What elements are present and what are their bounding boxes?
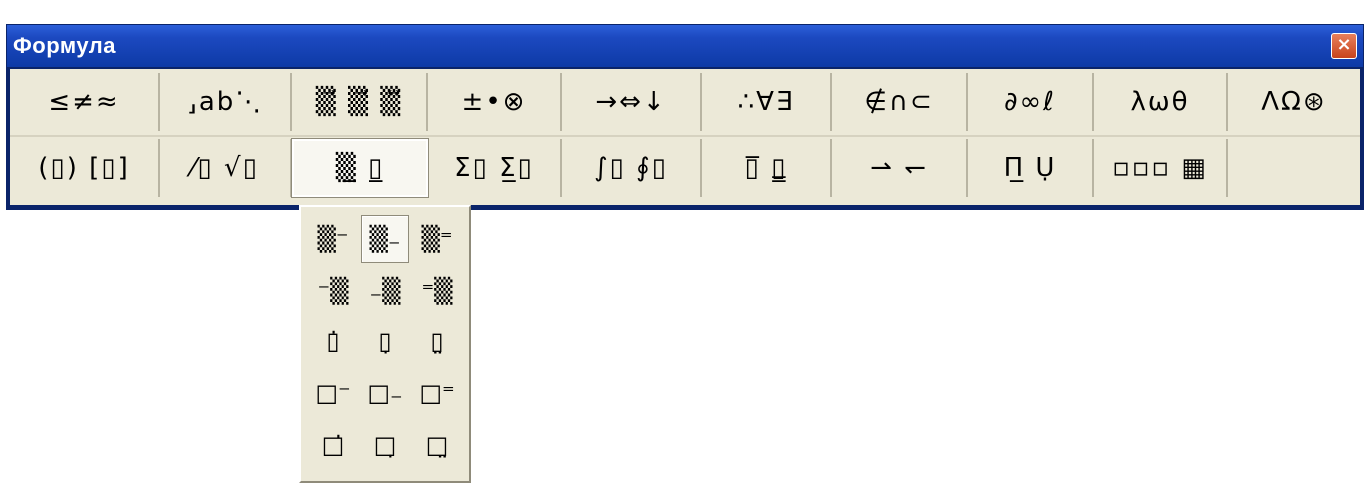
superscript-left-icon: ⁻▒ [317, 277, 349, 305]
spaces-ellipses-icon: ⸥ab⋱ [186, 87, 264, 117]
summation-templates-button[interactable]: Σ▯ Σ̲▯ [428, 139, 562, 197]
products-set-theory-templates-button[interactable]: Π̲ Ụ [968, 139, 1094, 197]
box-sub-superscript-template[interactable]: □⁼ [413, 369, 461, 417]
operator-symbols-button[interactable]: ±•⊗ [428, 73, 562, 131]
subscript-right-template[interactable]: ▒₋ [361, 215, 409, 263]
embellishments-icon: ▒⃗ ▒⃗ ▒⃡ [315, 87, 403, 117]
logical-symbols-button[interactable]: ∴∀∃ [702, 73, 832, 131]
underscript-icon: ▯̣ [378, 327, 392, 355]
sub-superscript-left-template[interactable]: ⁼▒ [413, 267, 461, 315]
fraction-radical-templates-button[interactable]: ⁄▯ √▯ [160, 139, 292, 197]
under-overscript-icon: ▯̤ [430, 327, 444, 355]
labeled-arrow-templates-button[interactable]: ⇀ ↽ [832, 139, 968, 197]
formula-window: Формула × ≤≠≈ ⸥ab⋱ ▒⃗ ▒⃗ ▒⃡ ±•⊗ →⇔↓ ∴∀∃ … [6, 24, 1364, 210]
operator-symbols-icon: ±•⊗ [461, 87, 527, 117]
greek-lowercase-button[interactable]: λωθ [1094, 73, 1228, 131]
underbar-overbar-templates-button[interactable]: ▯̅ ▯̳ [702, 139, 832, 197]
set-theory-symbols-icon: ∉∩⊂ [864, 87, 934, 117]
overscript-template[interactable]: ▯̇ [309, 317, 357, 365]
integral-icon: ∫▯ ∮▯ [594, 153, 668, 183]
greek-lowercase-icon: λωθ [1130, 87, 1190, 117]
subscript-right-icon: ▒₋ [369, 225, 401, 253]
subscript-superscript-palette: ▒⁻ ▒₋ ▒⁼ ⁻▒ ₋▒ ⁼▒ ▯̇ ▯̣ ▯̤ □⁻ □₋ □⁼ □̇ □… [299, 205, 471, 483]
box-under-overscript-template[interactable]: □̤ [413, 421, 461, 469]
box-subscript-template[interactable]: □₋ [361, 369, 409, 417]
subscript-left-template[interactable]: ₋▒ [361, 267, 409, 315]
misc-symbols-button[interactable]: ∂∞ℓ [968, 73, 1094, 131]
box-underscript-icon: □̣ [373, 431, 397, 459]
greek-uppercase-button[interactable]: ΛΩ⊛ [1228, 73, 1360, 131]
box-overscript-template[interactable]: □̇ [309, 421, 357, 469]
subscript-superscript-templates-button[interactable]: ▒̲ ▯̲ [291, 138, 429, 198]
labeled-arrow-icon: ⇀ ↽ [870, 153, 928, 183]
box-under-overscript-icon: □̤ [425, 431, 449, 459]
misc-symbols-icon: ∂∞ℓ [1004, 87, 1056, 117]
matrix-icon: ▫▫▫ ▦ [1112, 153, 1208, 183]
underscript-template[interactable]: ▯̣ [361, 317, 409, 365]
box-subscript-icon: □₋ [367, 379, 403, 407]
greek-uppercase-icon: ΛΩ⊛ [1261, 87, 1327, 117]
superscript-left-template[interactable]: ⁻▒ [309, 267, 357, 315]
logical-symbols-icon: ∴∀∃ [737, 87, 795, 117]
close-button[interactable]: × [1331, 33, 1357, 59]
matrix-templates-button[interactable]: ▫▫▫ ▦ [1094, 139, 1228, 197]
overscript-icon: ▯̇ [326, 327, 340, 355]
spaces-ellipses-button[interactable]: ⸥ab⋱ [160, 73, 292, 131]
fence-templates-button[interactable]: (▯) [▯] [10, 139, 160, 197]
toolbar-row-symbols: ≤≠≈ ⸥ab⋱ ▒⃗ ▒⃗ ▒⃡ ±•⊗ →⇔↓ ∴∀∃ ∉∩⊂ ∂∞ℓ λω… [10, 73, 1360, 135]
close-icon: × [1336, 34, 1352, 55]
relational-symbols-icon: ≤≠≈ [48, 87, 120, 117]
underbar-overbar-icon: ▯̅ ▯̳ [744, 153, 788, 183]
superscript-right-icon: ▒⁻ [317, 225, 349, 253]
window-title: Формула [13, 33, 117, 58]
empty-toolbar-slot [1228, 139, 1360, 197]
sub-superscript-right-template[interactable]: ▒⁼ [413, 215, 461, 263]
under-overscript-template[interactable]: ▯̤ [413, 317, 461, 365]
box-superscript-template[interactable]: □⁻ [309, 369, 357, 417]
row-separator [10, 135, 1360, 137]
subscript-left-icon: ₋▒ [369, 277, 401, 305]
fraction-radical-icon: ⁄▯ √▯ [191, 153, 259, 183]
box-overscript-icon: □̇ [321, 431, 345, 459]
superscript-right-template[interactable]: ▒⁻ [309, 215, 357, 263]
sub-superscript-right-icon: ▒⁼ [421, 225, 453, 253]
products-icon: Π̲ Ụ [1003, 153, 1057, 183]
subscript-superscript-icon: ▒̲ ▯̲ [335, 153, 385, 183]
equation-toolbar: ≤≠≈ ⸥ab⋱ ▒⃗ ▒⃗ ▒⃡ ±•⊗ →⇔↓ ∴∀∃ ∉∩⊂ ∂∞ℓ λω… [10, 69, 1360, 205]
integral-templates-button[interactable]: ∫▯ ∮▯ [562, 139, 702, 197]
summation-icon: Σ▯ Σ̲▯ [454, 153, 534, 183]
sub-superscript-left-icon: ⁼▒ [421, 277, 453, 305]
title-bar[interactable]: Формула × [7, 25, 1363, 67]
toolbar-row-templates: (▯) [▯] ⁄▯ √▯ ▒̲ ▯̲ Σ▯ Σ̲▯ ∫▯ ∮▯ ▯̅ ▯̳ ⇀… [10, 138, 1360, 201]
box-superscript-icon: □⁻ [315, 379, 351, 407]
set-theory-symbols-button[interactable]: ∉∩⊂ [832, 73, 968, 131]
arrow-symbols-icon: →⇔↓ [595, 87, 667, 117]
relational-symbols-button[interactable]: ≤≠≈ [10, 73, 160, 131]
box-sub-superscript-icon: □⁼ [419, 379, 455, 407]
arrow-symbols-button[interactable]: →⇔↓ [562, 73, 702, 131]
embellishments-button[interactable]: ▒⃗ ▒⃗ ▒⃡ [292, 73, 428, 131]
box-underscript-template[interactable]: □̣ [361, 421, 409, 469]
fence-templates-icon: (▯) [▯] [38, 153, 130, 183]
